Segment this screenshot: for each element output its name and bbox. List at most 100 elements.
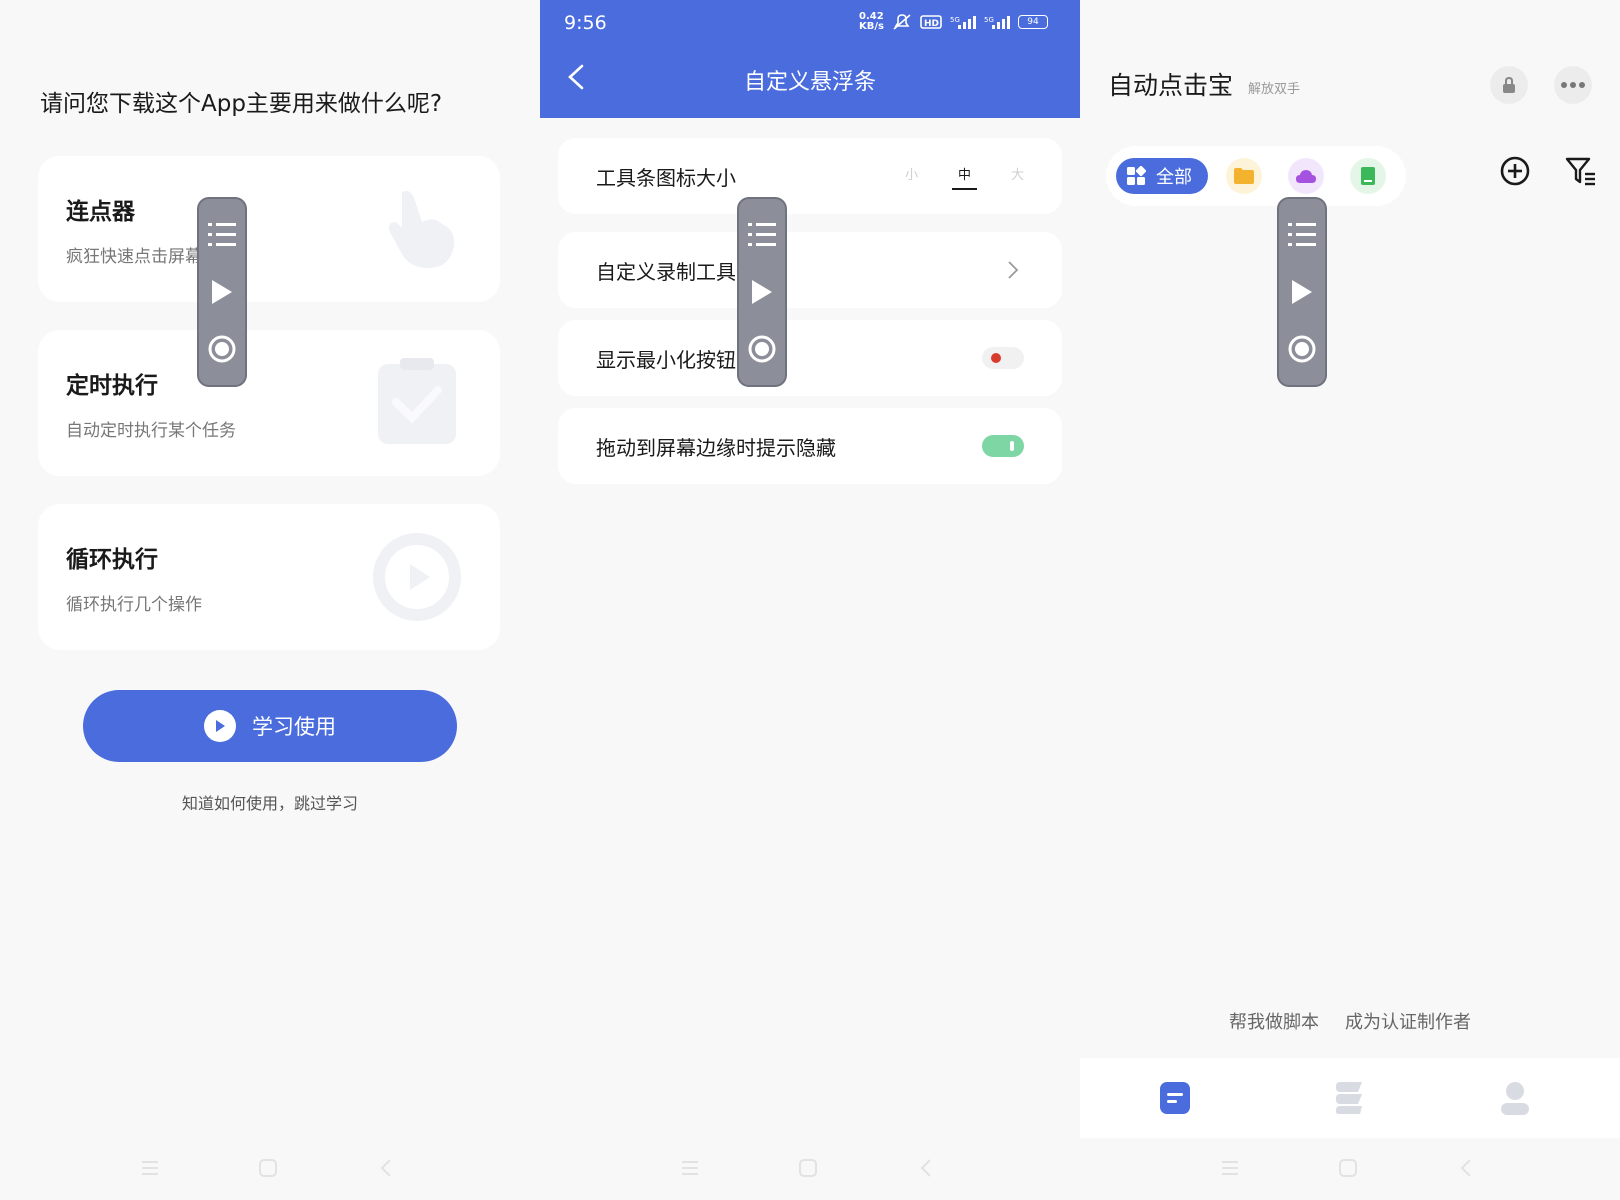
floating-toolbar[interactable] — [737, 197, 787, 387]
mute-icon — [893, 14, 911, 30]
grid-icon — [1127, 166, 1146, 185]
cloud-icon — [1296, 170, 1316, 183]
filter-all-chip[interactable]: 全部 — [1116, 158, 1208, 194]
edge-hide-hint-row: 拖动到屏幕边缘时提示隐藏 — [558, 408, 1062, 484]
card-title: 循环执行 — [66, 547, 158, 573]
status-bar — [1100, 10, 1600, 38]
network-speed: 0.42 KB/s — [859, 11, 884, 32]
more-dots-icon — [1561, 82, 1585, 88]
svg-text:5G: 5G — [950, 16, 960, 24]
help-make-script-link[interactable]: 帮我做脚本 — [1229, 1008, 1319, 1034]
battery-icon: 94 — [1018, 15, 1048, 29]
option-card-loop[interactable]: 循环执行 循环执行几个操作 — [38, 504, 500, 650]
floatbar-settings-panel: 9:56 0.42 KB/s HD 5G 5G 94 自定义悬浮条 工具条图标大… — [540, 0, 1080, 1200]
option-card-clicker[interactable]: 连点器 疯狂快速点击屏幕 — [38, 156, 500, 302]
home-icon[interactable] — [798, 1158, 818, 1178]
chevron-right-icon — [1008, 261, 1019, 279]
app-tagline: 解放双手 — [1248, 82, 1301, 97]
header: 9:56 0.42 KB/s HD 5G 5G 94 自定义悬浮条 — [540, 0, 1080, 118]
system-nav-bar — [0, 1158, 540, 1182]
filter-icon[interactable] — [1564, 154, 1598, 188]
battery-level: 94 — [1027, 17, 1039, 27]
play-icon — [204, 710, 236, 742]
menu-icon[interactable] — [140, 1158, 160, 1178]
home-icon[interactable] — [258, 1158, 278, 1178]
pointer-hand-icon — [388, 190, 455, 268]
learn-usage-button[interactable]: 学习使用 — [83, 690, 457, 762]
app-title: 自动点击宝 — [1108, 71, 1234, 100]
skip-learning-link[interactable]: 知道如何使用，跳过学习 — [0, 790, 540, 814]
row-label: 显示最小化按钮 — [596, 348, 736, 372]
status-time: 9:56 — [564, 12, 607, 34]
scripts-tab-icon[interactable] — [1158, 1080, 1192, 1116]
status-bar — [20, 10, 520, 38]
signal-5g-icon: 5G — [950, 16, 976, 29]
bottom-tab-bar — [1080, 1058, 1620, 1138]
list-icon[interactable] — [207, 220, 237, 250]
screenshot-root: 请问您下载这个App主要用来做什么呢? 连点器 疯狂快速点击屏幕 定时执行 自动… — [0, 0, 1620, 1200]
row-label: 工具条图标大小 — [596, 166, 736, 190]
filter-book-chip[interactable] — [1350, 158, 1386, 194]
play-icon[interactable] — [747, 277, 777, 307]
svg-text:HD: HD — [924, 19, 939, 29]
system-nav-bar — [1080, 1158, 1620, 1182]
lock-icon — [1503, 76, 1515, 93]
card-title: 定时执行 — [66, 373, 158, 399]
svg-text:5G: 5G — [984, 16, 994, 24]
filter-folder-chip[interactable] — [1226, 158, 1262, 194]
record-icon[interactable] — [1287, 334, 1317, 364]
card-subtitle: 自动定时执行某个任务 — [66, 421, 236, 441]
lock-button[interactable] — [1490, 66, 1528, 104]
category-filter-bar: 全部 — [1106, 146, 1406, 206]
floating-toolbar[interactable] — [197, 197, 247, 387]
list-icon[interactable] — [747, 220, 777, 250]
book-icon — [1361, 167, 1375, 185]
status-icons: 0.42 KB/s HD 5G 5G 94 — [859, 12, 1048, 32]
menu-icon[interactable] — [680, 1158, 700, 1178]
icon-size-row: 工具条图标大小 小 中 大 — [558, 138, 1062, 214]
size-option-small[interactable]: 小 — [905, 164, 918, 190]
record-icon[interactable] — [207, 334, 237, 364]
size-option-large[interactable]: 大 — [1011, 164, 1024, 190]
home-panel: 自动点击宝 解放双手 全部 帮我做脚本 成为认证制作者 — [1080, 0, 1620, 1200]
custom-record-toolbar-row[interactable]: 自定义录制工具条 — [558, 232, 1062, 308]
back-icon[interactable] — [376, 1158, 396, 1178]
back-icon[interactable] — [1456, 1158, 1476, 1178]
record-icon[interactable] — [747, 334, 777, 364]
survey-question: 请问您下载这个App主要用来做什么呢? — [40, 91, 443, 117]
play-icon[interactable] — [1287, 277, 1317, 307]
icon-size-selector: 小 中 大 — [905, 164, 1024, 190]
hd-icon: HD — [920, 15, 942, 29]
list-icon[interactable] — [1287, 220, 1317, 250]
card-subtitle: 疯狂快速点击屏幕 — [66, 247, 202, 267]
profile-tab-icon[interactable] — [1498, 1080, 1532, 1116]
back-icon[interactable] — [916, 1158, 936, 1178]
filter-cloud-chip[interactable] — [1288, 158, 1324, 194]
learn-usage-label: 学习使用 — [252, 715, 336, 739]
play-icon[interactable] — [207, 277, 237, 307]
more-button[interactable] — [1554, 66, 1592, 104]
show-minimize-toggle[interactable] — [982, 347, 1024, 369]
add-circle-icon[interactable] — [1498, 154, 1532, 188]
card-subtitle: 循环执行几个操作 — [66, 595, 202, 615]
filter-all-label: 全部 — [1156, 167, 1192, 188]
edge-hide-hint-toggle[interactable] — [982, 435, 1024, 457]
card-title: 连点器 — [66, 199, 135, 225]
row-label: 拖动到屏幕边缘时提示隐藏 — [596, 436, 836, 460]
row-label: 自定义录制工具条 — [596, 260, 756, 284]
option-card-timer[interactable]: 定时执行 自动定时执行某个任务 — [38, 330, 500, 476]
page-title: 自定义悬浮条 — [743, 70, 876, 95]
bottom-links: 帮我做脚本 成为认证制作者 — [1080, 1008, 1620, 1034]
system-nav-bar — [540, 1158, 1080, 1182]
folder-icon — [1234, 168, 1254, 184]
menu-icon[interactable] — [1220, 1158, 1240, 1178]
floating-toolbar[interactable] — [1277, 197, 1327, 387]
home-icon[interactable] — [1338, 1158, 1358, 1178]
play-circle-icon — [373, 533, 461, 621]
become-certified-author-link[interactable]: 成为认证制作者 — [1345, 1008, 1471, 1034]
clipboard-check-icon — [378, 358, 456, 444]
layers-tab-icon[interactable] — [1332, 1080, 1366, 1116]
show-minimize-row: 显示最小化按钮 — [558, 320, 1062, 396]
size-option-medium[interactable]: 中 — [951, 164, 977, 190]
signal-5g-icon: 5G — [984, 16, 1010, 29]
